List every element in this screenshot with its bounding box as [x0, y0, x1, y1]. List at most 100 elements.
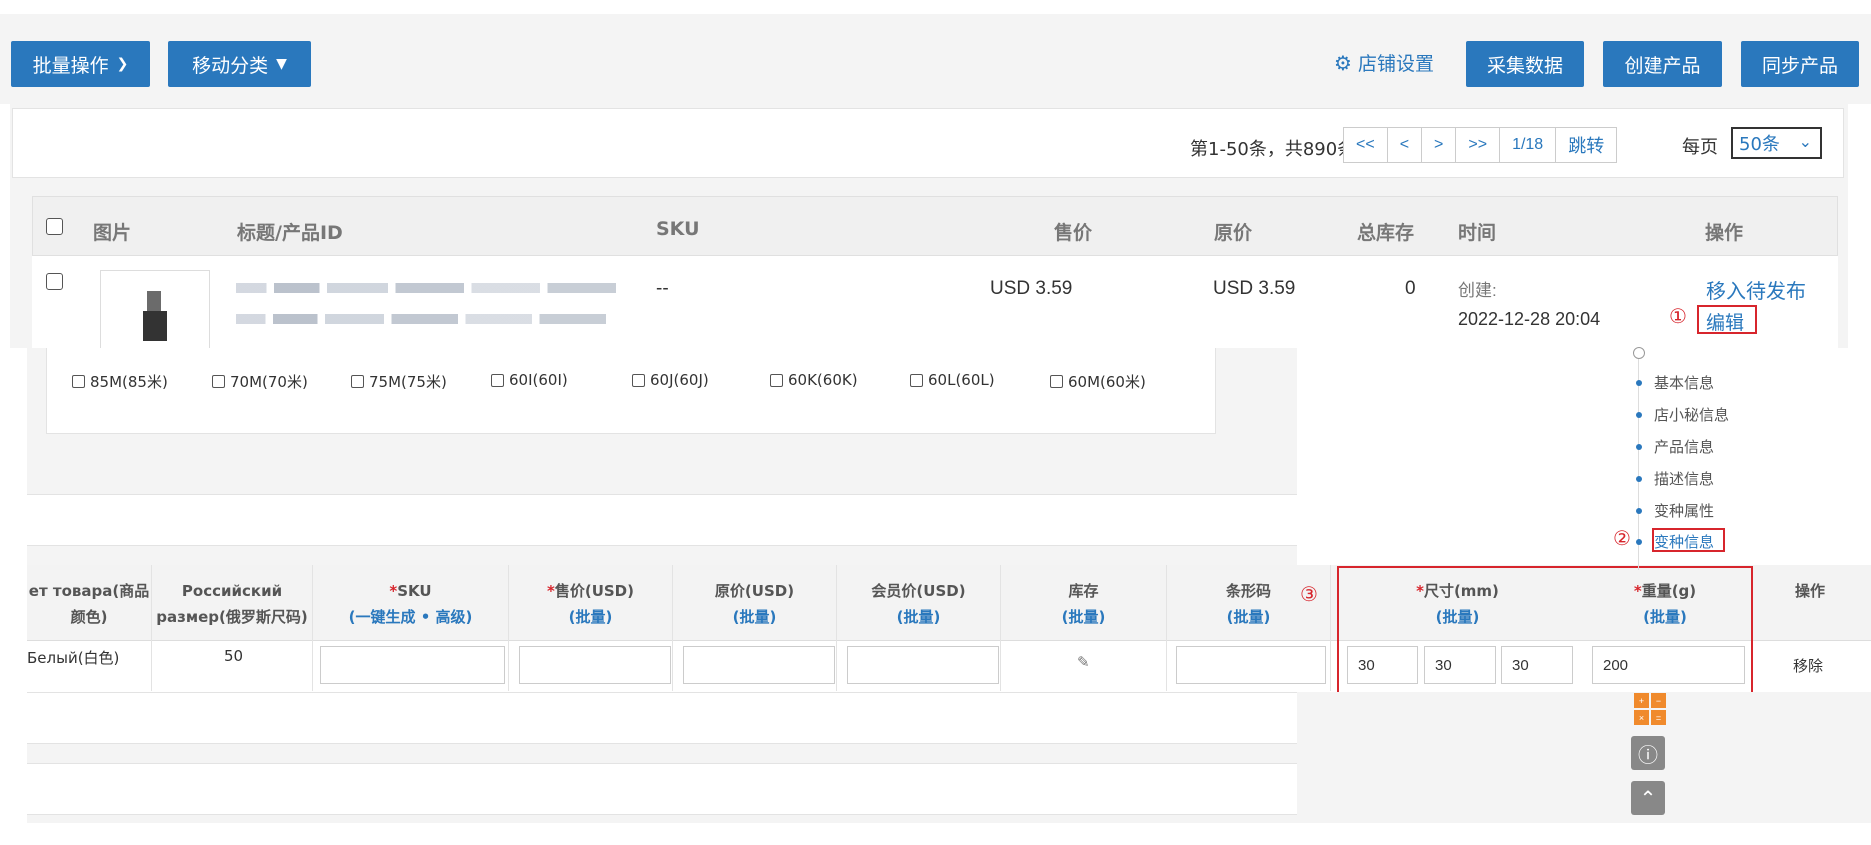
- option-checkbox[interactable]: [212, 375, 225, 388]
- move-category-label: 移动分类: [192, 54, 269, 77]
- nav-item-variant-attrs[interactable]: 变种属性: [1636, 500, 1714, 521]
- member-price-input[interactable]: [847, 646, 999, 684]
- collect-data-button[interactable]: 采集数据: [1466, 41, 1584, 87]
- variant-option[interactable]: 60L(60L): [910, 371, 995, 389]
- vheader-color-line2: 颜色): [70, 608, 108, 626]
- sku-advanced-link[interactable]: 高级: [436, 608, 466, 626]
- vheader-dimensions-label: 尺寸(mm): [1423, 582, 1499, 600]
- gear-icon: ⚙: [1334, 50, 1352, 75]
- orig-price-input[interactable]: [683, 646, 835, 684]
- variant-option[interactable]: 60J(60J): [632, 371, 709, 389]
- barcode-input[interactable]: [1176, 646, 1326, 684]
- vheader-weight-label: 重量(g): [1641, 582, 1697, 600]
- required-mark: *: [546, 582, 555, 600]
- bulk-sale-price-link[interactable]: 批量: [575, 608, 605, 626]
- store-settings-link[interactable]: ⚙ 店铺设置: [1334, 49, 1434, 76]
- bulk-weight-link[interactable]: 批量: [1650, 608, 1680, 626]
- option-checkbox[interactable]: [491, 373, 504, 387]
- vheader-stock-label: 库存: [1068, 582, 1099, 600]
- option-checkbox[interactable]: [910, 373, 923, 387]
- vheader-size-line2: размер(俄罗斯尺码): [156, 608, 308, 626]
- option-label: 70M(70米): [230, 373, 308, 391]
- option-checkbox[interactable]: [72, 375, 85, 388]
- blurred-title-line: [236, 283, 616, 293]
- vheader-sku: *SKU (一键生成 • 高级): [348, 582, 473, 626]
- vheader-sale-price: *售价(USD) (批量): [546, 582, 634, 626]
- row-checkbox[interactable]: [46, 273, 63, 290]
- variant-option[interactable]: 60K(60K): [770, 371, 858, 389]
- row-original-price: USD 3.59: [1213, 278, 1296, 299]
- width-input[interactable]: 30: [1424, 646, 1496, 684]
- variant-option[interactable]: 60I(60I): [491, 371, 568, 389]
- vheader-color: ет товара(商品 颜色): [27, 578, 151, 630]
- right-nav-panel: [1297, 348, 1871, 565]
- row-price: USD 3.59: [990, 278, 1073, 299]
- next-page-button[interactable]: >: [1422, 128, 1457, 162]
- blurred-title-line: [236, 314, 606, 324]
- option-label: 85M(85米): [90, 373, 168, 391]
- caret-down-icon: ▼: [276, 56, 287, 72]
- remove-variant-link[interactable]: 移除: [1793, 655, 1823, 676]
- header-actions: 操作: [1705, 222, 1744, 244]
- edit-link[interactable]: 编辑: [1706, 308, 1744, 335]
- product-thumbnail[interactable]: [100, 270, 210, 350]
- jump-button[interactable]: 跳转: [1556, 128, 1616, 162]
- select-all-checkbox[interactable]: [46, 218, 63, 235]
- last-page-button[interactable]: >>: [1456, 128, 1501, 162]
- prev-page-button[interactable]: <: [1388, 128, 1423, 162]
- height-input[interactable]: 30: [1501, 646, 1573, 684]
- sku-generate-link[interactable]: 一键生成: [355, 608, 415, 626]
- option-checkbox[interactable]: [351, 375, 364, 388]
- sync-product-button[interactable]: 同步产品: [1741, 41, 1859, 87]
- vheader-sku-label: SKU: [397, 582, 432, 600]
- column-divider: [1330, 565, 1331, 691]
- pencil-icon[interactable]: ✎: [1077, 653, 1090, 671]
- bulk-orig-price-link[interactable]: 批量: [739, 608, 769, 626]
- vheader-member-price: 会员价(USD) (批量): [837, 578, 1000, 630]
- move-category-button[interactable]: 移动分类 ▼: [168, 41, 311, 87]
- bulk-dimensions-link[interactable]: 批量: [1442, 608, 1472, 626]
- variant-info-highlight-box: [1652, 528, 1725, 552]
- nav-item-basic-info[interactable]: 基本信息: [1636, 372, 1714, 393]
- length-input[interactable]: 30: [1347, 646, 1418, 684]
- per-page-select[interactable]: 50条 ⌄: [1731, 127, 1822, 159]
- bulk-member-price-link[interactable]: 批量: [903, 608, 933, 626]
- option-checkbox[interactable]: [1050, 375, 1063, 388]
- variant-option[interactable]: 70M(70米): [212, 371, 308, 392]
- sku-input[interactable]: [320, 646, 505, 684]
- variant-option[interactable]: 60M(60米): [1050, 371, 1146, 392]
- page-indicator: 1/18: [1500, 128, 1557, 162]
- nav-item-product-info[interactable]: 产品信息: [1636, 436, 1714, 457]
- row-created-time: 2022-12-28 20:04: [1458, 309, 1601, 329]
- nav-item-label: 基本信息: [1654, 374, 1715, 392]
- option-checkbox[interactable]: [632, 373, 645, 387]
- nav-dot: [1636, 475, 1642, 482]
- nav-item-label: 产品信息: [1654, 438, 1715, 456]
- header-original-price: 原价: [1214, 222, 1253, 244]
- first-page-button[interactable]: <<: [1344, 128, 1388, 162]
- nav-dot: [1636, 411, 1642, 418]
- variant-size-cell: 50: [224, 647, 244, 665]
- bulk-stock-link[interactable]: 批量: [1068, 608, 1098, 626]
- help-icon[interactable]: ⓘ: [1631, 736, 1665, 770]
- calculator-icon[interactable]: + − × =: [1634, 693, 1666, 725]
- back-to-top-icon[interactable]: ⌃: [1631, 781, 1665, 815]
- variant-option[interactable]: 85M(85米): [72, 371, 168, 392]
- variant-option[interactable]: 75M(75米): [351, 371, 447, 392]
- sale-price-input[interactable]: [519, 646, 671, 684]
- nav-start-ring: [1633, 347, 1645, 359]
- nav-item-label: 描述信息: [1654, 470, 1715, 488]
- nav-item-description[interactable]: 描述信息: [1636, 468, 1714, 489]
- option-checkbox[interactable]: [770, 373, 783, 387]
- create-product-button[interactable]: 创建产品: [1603, 41, 1722, 87]
- vheader-orig-price-label: 原价(USD): [714, 582, 795, 600]
- move-to-pending-link[interactable]: 移入待发布: [1706, 275, 1806, 304]
- vheader-actions: 操作: [1770, 578, 1850, 604]
- bulk-operations-button[interactable]: 批量操作 ❯: [11, 41, 150, 87]
- nav-item-dxm-info[interactable]: 店小秘信息: [1636, 404, 1729, 425]
- bulk-barcode-link[interactable]: 批量: [1233, 608, 1263, 626]
- calc-times: ×: [1634, 710, 1649, 725]
- header-sku: SKU: [656, 218, 700, 240]
- vheader-color-line1: ет товара(商品: [28, 582, 150, 600]
- weight-input[interactable]: 200: [1592, 646, 1745, 684]
